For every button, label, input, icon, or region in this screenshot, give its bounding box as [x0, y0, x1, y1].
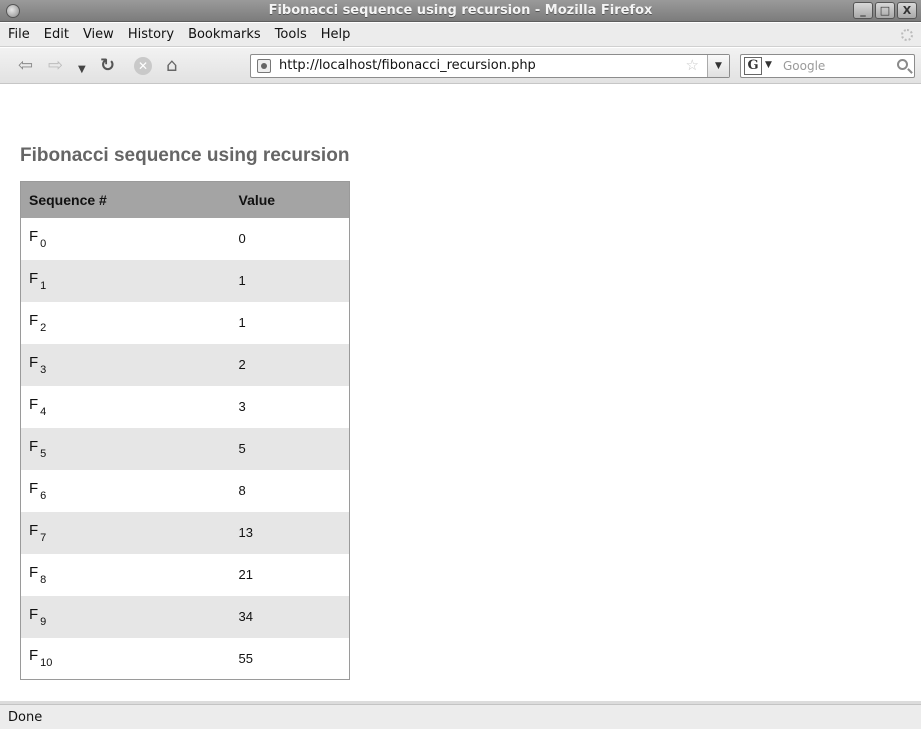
sequence-letter: F	[29, 605, 39, 623]
value-cell: 8	[238, 483, 246, 498]
value-cell: 13	[230, 511, 350, 554]
back-arrow-icon[interactable]: ⇦	[18, 56, 33, 76]
sequence-index: 0	[40, 237, 47, 250]
throbber-icon	[901, 29, 913, 41]
sequence-index: 3	[40, 363, 47, 376]
sequence-index: 1	[40, 279, 47, 292]
sequence-index: 5	[40, 447, 47, 460]
history-dropdown-icon[interactable]: ▼	[78, 60, 86, 80]
header-sequence: Sequence #	[20, 181, 231, 218]
url-bar[interactable]: http://localhost/fibonacci_recursion.php…	[250, 54, 730, 78]
sequence-letter: F	[29, 395, 39, 413]
sequence-cell: F7	[20, 511, 231, 554]
menu-edit[interactable]: Edit	[37, 27, 76, 42]
table-row: F4 3	[21, 386, 350, 428]
value-cell: 0	[238, 231, 246, 246]
sequence-index: 7	[40, 531, 47, 544]
menu-view[interactable]: View	[76, 27, 121, 42]
sequence-letter: F	[29, 647, 39, 665]
value-cell: 3	[238, 399, 246, 414]
site-identity-icon[interactable]	[257, 59, 271, 73]
sequence-index: 9	[40, 615, 47, 628]
sequence-cell: F 10	[21, 638, 231, 680]
table-row: F 7 13	[20, 511, 350, 554]
sequence-index: 8	[40, 573, 47, 586]
sequence-index: 2	[40, 321, 47, 334]
sequence-cell: F1	[20, 259, 231, 302]
sequence-letter: F	[29, 563, 39, 581]
table-row: F 8 21	[21, 554, 350, 596]
header-value: Value	[230, 181, 350, 218]
sequence-letter: F	[29, 521, 39, 539]
fibonacci-table: Sequence # Value F00F11F21F32F43F55F68F7…	[20, 181, 350, 680]
value-cell: 2	[230, 343, 350, 386]
status-bar: Done	[0, 704, 921, 729]
sequence-index: 4	[40, 405, 47, 418]
window-titlebar[interactable]: Fibonacci sequence using recursion - Moz…	[0, 0, 921, 22]
navigation-toolbar: ⇦ ⇨ ▼ ↻ ✕ ⌂ http://localhost/fibonacci_r…	[0, 48, 921, 84]
menu-bookmarks[interactable]: Bookmarks	[181, 27, 268, 42]
table-row: F2 1	[21, 302, 350, 344]
menu-file[interactable]: File	[6, 27, 37, 42]
forward-arrow-icon[interactable]: ⇨	[48, 56, 63, 76]
sequence-letter: F	[29, 437, 39, 455]
value-cell: 34	[230, 595, 350, 638]
home-icon[interactable]: ⌂	[166, 56, 177, 76]
sequence-cell: F3	[20, 343, 231, 386]
table-body: F 0 0 F 1 1 F 2 1 F 3 2 F 4 3 F 5 5 F 6 8 F 7 13 F 8 21 F 9 34 F 10 55	[20, 218, 350, 680]
sequence-cell: F6	[21, 470, 231, 512]
menu-tools[interactable]: Tools	[268, 27, 314, 42]
stop-icon[interactable]: ✕	[134, 57, 152, 75]
reload-icon[interactable]: ↻	[100, 56, 115, 76]
search-engine-icon[interactable]: G	[744, 57, 762, 75]
sequence-index: 6	[40, 489, 47, 502]
table-row: F 10 55	[21, 638, 350, 680]
sequence-cell: F0	[21, 218, 231, 260]
value-cell: 21	[238, 567, 253, 582]
status-text: Done	[8, 710, 43, 725]
sequence-letter: F	[29, 269, 39, 287]
sequence-cell: F4	[21, 386, 231, 428]
table-row: F11	[20, 259, 350, 302]
minimize-button[interactable]: _	[853, 2, 873, 19]
sequence-index: 10	[40, 657, 53, 670]
url-dropdown-button[interactable]: ▼	[707, 55, 729, 77]
sequence-cell: F5	[20, 427, 231, 470]
search-bar[interactable]: G ▼ Google	[740, 54, 915, 78]
menu-help[interactable]: Help	[314, 27, 358, 42]
table-row: F 9 34	[20, 595, 350, 638]
window-title: Fibonacci sequence using recursion - Moz…	[268, 3, 653, 18]
sequence-letter: F	[29, 353, 39, 371]
sequence-letter: F	[29, 311, 39, 329]
table-row: F32	[20, 343, 350, 386]
value-cell: 5	[230, 427, 350, 470]
value-cell: 1	[230, 259, 350, 302]
sequence-letter: F	[29, 227, 39, 245]
sequence-cell: F8	[21, 554, 231, 596]
url-text[interactable]: http://localhost/fibonacci_recursion.php	[279, 58, 536, 73]
sequence-cell: F2	[21, 302, 231, 344]
sequence-cell: F9	[20, 595, 231, 638]
search-input[interactable]: Google	[783, 59, 825, 73]
page-content: Fibonacci sequence using recursion Seque…	[0, 85, 921, 701]
menu-history[interactable]: History	[121, 27, 181, 42]
star-icon[interactable]: ☆	[686, 56, 699, 74]
magnifier-icon[interactable]	[897, 59, 908, 70]
page-title: Fibonacci sequence using recursion	[20, 145, 350, 166]
table-row: F55	[20, 427, 350, 470]
table-row: F00	[21, 218, 350, 260]
search-engine-dropdown-icon[interactable]: ▼	[765, 60, 772, 70]
value-cell: 55	[238, 650, 253, 666]
table-row: F6 8	[21, 470, 350, 512]
sequence-letter: F	[29, 479, 39, 497]
window-controls: _ □ X	[853, 2, 917, 19]
maximize-button[interactable]: □	[875, 2, 895, 19]
menu-bar: File Edit View History Bookmarks Tools H…	[0, 23, 921, 47]
close-button[interactable]: X	[897, 2, 917, 19]
value-cell: 1	[238, 315, 246, 330]
table-header-row: Sequence # Value	[20, 181, 350, 218]
